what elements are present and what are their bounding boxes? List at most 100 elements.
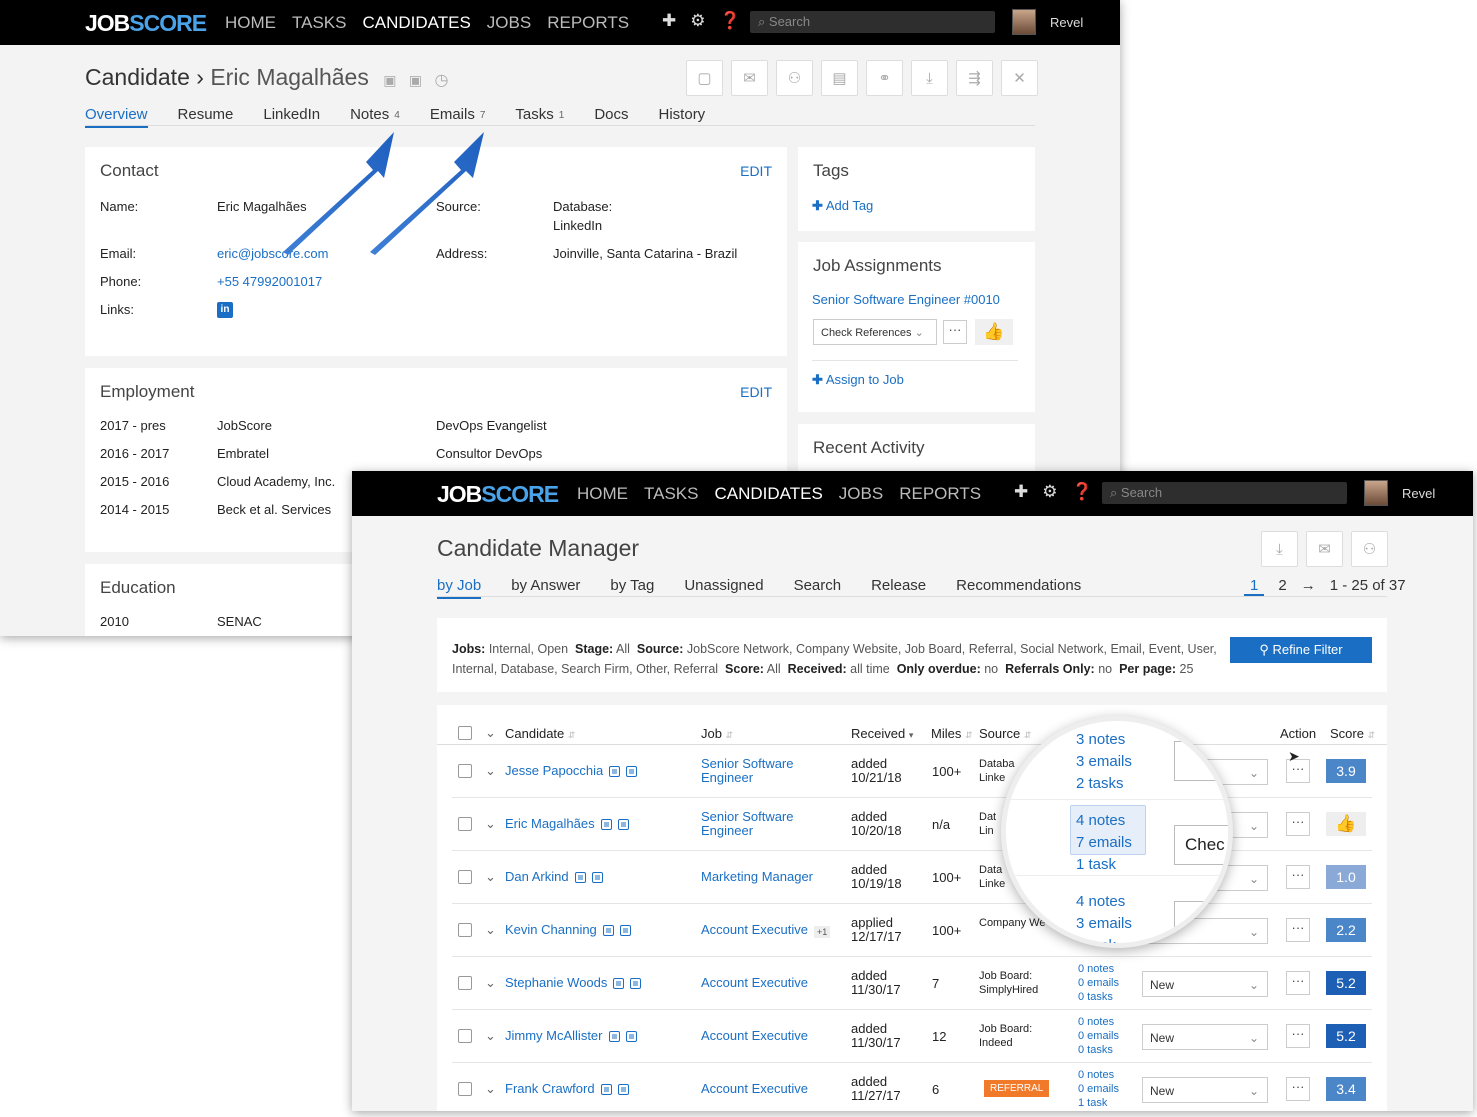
chevron-down-icon[interactable]: ⌄ [485, 869, 496, 885]
row-checkbox[interactable] [458, 976, 472, 990]
job-link[interactable]: Account Executive [701, 976, 808, 990]
magnified-counts-2[interactable]: 4 notes 7 emails 1 task [1076, 810, 1132, 876]
candidate-link[interactable]: Eric Magalhães [505, 816, 629, 831]
merge-icon[interactable]: ⇶ [956, 60, 993, 96]
row-checkbox[interactable] [458, 764, 472, 778]
link-icon[interactable]: ⚭ [866, 60, 903, 96]
more-options-button[interactable]: ··· [943, 320, 967, 344]
help-icon[interactable]: ❓ [1072, 482, 1093, 502]
contact-edit-link[interactable]: EDIT [740, 163, 772, 179]
linkedin-profile-icon[interactable]: in [217, 302, 233, 318]
resume-icon[interactable] [613, 978, 625, 990]
row-checkbox[interactable] [458, 923, 472, 937]
email-icon[interactable]: ✉ [1306, 531, 1343, 567]
linkedin-icon[interactable] [591, 872, 603, 884]
share-icon[interactable]: ⚇ [1351, 531, 1388, 567]
more-options-button[interactable]: ··· [1286, 812, 1310, 836]
chevron-down-icon[interactable]: ⌄ [485, 1081, 496, 1097]
add-tag-link[interactable]: ✚ Add Tag [812, 198, 873, 214]
linkedin-icon[interactable] [619, 925, 631, 937]
jobscore-logo[interactable]: JOBSCORE [437, 481, 559, 508]
candidate-link[interactable]: Kevin Channing [505, 922, 631, 937]
row-checkbox[interactable] [458, 1029, 472, 1043]
nav-candidates[interactable]: CANDIDATES [714, 484, 822, 504]
chevron-down-icon[interactable]: ⌄ [485, 763, 496, 779]
magnified-counts-3[interactable]: 4 notes 3 emails 1 task [1076, 891, 1132, 943]
extra-jobs-badge[interactable]: +1 [814, 926, 831, 938]
candidate-link[interactable]: Jesse Papocchia [505, 763, 638, 778]
nav-tasks[interactable]: TASKS [644, 484, 698, 504]
job-link[interactable]: Senior Software Engineer #0010 [812, 292, 1000, 307]
row-checkbox[interactable] [458, 870, 472, 884]
job-link[interactable]: Account Executive [701, 1029, 808, 1043]
candidate-link[interactable]: Dan Arkind [505, 869, 603, 884]
col-miles[interactable]: Miles ⇵ [931, 726, 973, 741]
share-icon[interactable]: ⚇ [776, 60, 813, 96]
chevron-down-icon[interactable]: ⌄ [485, 975, 496, 991]
chevron-down-icon[interactable]: ⌄ [485, 922, 496, 938]
activity-counts[interactable]: 0 notes 0 emails 0 tasks [1078, 1015, 1119, 1057]
activity-counts[interactable]: 0 notes 0 emails 1 task [1078, 1068, 1119, 1110]
avatar[interactable] [1364, 480, 1388, 506]
job-link[interactable]: Account Executive [701, 923, 808, 937]
linkedin-icon[interactable] [617, 1084, 629, 1096]
close-icon[interactable]: ✕ [1001, 60, 1038, 96]
magnified-counts-1[interactable]: 3 notes 3 emails 2 tasks [1076, 729, 1132, 795]
row-checkbox[interactable] [458, 817, 472, 831]
user-name[interactable]: Revel [1402, 486, 1435, 501]
linkedin-icon[interactable] [625, 1031, 637, 1043]
candidate-link[interactable]: Stephanie Woods [505, 975, 642, 990]
col-score[interactable]: Score ⇵ [1330, 726, 1375, 741]
candidate-link[interactable]: Jimmy McAllister [505, 1028, 637, 1043]
magnified-stage-select[interactable] [1174, 901, 1228, 941]
col-source[interactable]: Source ⇵ [979, 726, 1031, 741]
chevron-down-icon[interactable]: ⌄ [485, 1028, 496, 1044]
email-icon[interactable]: ✉ [731, 60, 768, 96]
nav-home[interactable]: HOME [577, 484, 628, 504]
resume-icon[interactable] [608, 1031, 620, 1043]
gear-icon[interactable]: ⚙ [690, 11, 705, 31]
stage-select[interactable]: Check References ⌄ [813, 319, 937, 345]
linkedin-icon[interactable] [626, 766, 638, 778]
thumbs-up-icon[interactable]: 👍 [975, 319, 1013, 345]
job-link[interactable]: Account Executive [701, 1082, 808, 1096]
linkedin-icon[interactable] [630, 978, 642, 990]
resume-icon[interactable] [600, 1084, 612, 1096]
candidate-link[interactable]: Frank Crawford [505, 1081, 629, 1096]
chevron-down-icon[interactable]: ⌄ [485, 725, 496, 741]
next-page-arrow[interactable]: → [1301, 577, 1316, 596]
assign-to-job-link[interactable]: ✚ Assign to Job [812, 372, 904, 388]
resume-icon[interactable] [600, 819, 612, 831]
select-all-checkbox[interactable] [458, 726, 472, 740]
user-name[interactable]: Revel [1050, 15, 1083, 30]
chevron-down-icon[interactable]: ⌄ [485, 816, 496, 832]
avatar[interactable] [1012, 9, 1036, 35]
row-checkbox[interactable] [458, 1082, 472, 1096]
search-input[interactable]: ⌕ Search [1102, 482, 1347, 504]
nav-jobs[interactable]: JOBS [839, 484, 883, 504]
page-1[interactable]: 1 [1244, 577, 1265, 596]
plus-icon[interactable]: ✚ [662, 11, 676, 31]
employment-edit-link[interactable]: EDIT [740, 384, 772, 400]
search-input[interactable]: ⌕ Search [750, 11, 995, 33]
job-link[interactable]: Senior Software Engineer [701, 757, 794, 785]
clipboard-icon[interactable]: ▤ [821, 60, 858, 96]
download-icon[interactable]: ⤓ [1261, 531, 1298, 567]
resume-icon[interactable] [602, 925, 614, 937]
refine-filter-button[interactable]: ⚲ Refine Filter [1230, 637, 1372, 663]
more-options-button[interactable]: ··· [1286, 971, 1310, 995]
stage-select[interactable]: New ⌄ [1142, 1077, 1268, 1103]
resume-icon[interactable] [609, 766, 621, 778]
more-options-button[interactable]: ··· [1286, 918, 1310, 942]
magnified-stage-select[interactable] [1174, 741, 1228, 781]
more-options-button[interactable]: ··· [1286, 1077, 1310, 1101]
plus-icon[interactable]: ✚ [1014, 482, 1028, 502]
col-received[interactable]: Received ▾ [851, 726, 913, 741]
job-link[interactable]: Marketing Manager [701, 870, 813, 884]
stage-select[interactable]: New ⌄ [1142, 971, 1268, 997]
stage-select[interactable]: New ⌄ [1142, 1024, 1268, 1050]
magnified-stage-select[interactable]: Chec [1174, 825, 1228, 865]
gear-icon[interactable]: ⚙ [1042, 482, 1057, 502]
help-icon[interactable]: ❓ [720, 11, 741, 31]
resume-icon[interactable] [574, 872, 586, 884]
